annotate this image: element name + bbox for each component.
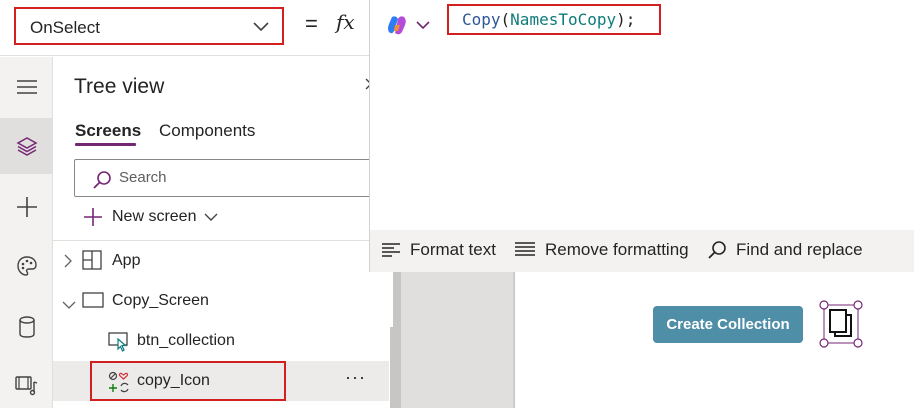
menu-icon[interactable] xyxy=(0,59,53,115)
tree-view-panel: Tree view Screens Components New screen … xyxy=(53,57,393,408)
format-text-button[interactable]: Format text xyxy=(381,240,496,260)
chevron-down-icon xyxy=(252,20,270,38)
active-tab-indicator xyxy=(75,143,136,146)
format-text-icon xyxy=(382,243,400,257)
formula-editor-toolbar: Format text Remove formatting Find and r… xyxy=(370,230,914,272)
find-replace-label: Find and replace xyxy=(736,240,863,259)
formula-editor[interactable]: Copy(NamesToCopy); Format text Remove fo… xyxy=(369,0,914,272)
new-screen-label: New screen xyxy=(112,208,197,225)
find-replace-button[interactable]: Find and replace xyxy=(707,240,863,260)
equals-sign: = xyxy=(305,11,318,36)
formula-argument: NamesToCopy xyxy=(510,10,617,29)
tree-search[interactable] xyxy=(74,159,374,197)
property-dropdown[interactable]: OnSelect xyxy=(14,7,284,45)
search-icon xyxy=(93,171,111,189)
format-text-label: Format text xyxy=(410,240,496,259)
search-input[interactable] xyxy=(119,169,359,186)
formula-text[interactable]: Copy(NamesToCopy); xyxy=(462,10,635,29)
create-collection-button[interactable]: Create Collection xyxy=(653,306,803,343)
chevron-down-icon[interactable] xyxy=(62,296,76,314)
selection-highlight xyxy=(90,361,286,401)
remove-formatting-button[interactable]: Remove formatting xyxy=(514,240,689,260)
new-screen-button[interactable]: New screen xyxy=(83,207,218,227)
tree-view-title: Tree view xyxy=(74,75,165,98)
chevron-right-icon[interactable] xyxy=(64,254,72,273)
media-icon[interactable] xyxy=(0,357,53,408)
tab-screens[interactable]: Screens xyxy=(75,121,141,141)
tree-node-copy-screen[interactable]: Copy_Screen xyxy=(53,281,389,321)
remove-formatting-icon xyxy=(515,242,535,256)
tree-node-btn-collection[interactable]: btn_collection xyxy=(53,321,389,361)
copy-icon[interactable] xyxy=(819,300,863,348)
formula-code-highlight: Copy(NamesToCopy); xyxy=(447,4,661,35)
layers-icon[interactable] xyxy=(0,118,53,174)
formula-close-paren: ); xyxy=(616,10,636,29)
chevron-down-icon[interactable] xyxy=(415,17,431,35)
database-icon[interactable] xyxy=(0,299,53,355)
formula-function: Copy xyxy=(462,10,501,29)
plus-icon[interactable] xyxy=(0,179,53,235)
tree-node-label: App xyxy=(112,252,141,269)
palette-icon[interactable] xyxy=(0,238,53,294)
remove-formatting-label: Remove formatting xyxy=(545,240,689,259)
magnifier-icon xyxy=(708,241,726,259)
formula-open-paren: ( xyxy=(500,10,511,29)
button-icon xyxy=(108,330,130,357)
plus-icon xyxy=(84,208,102,226)
tab-components[interactable]: Components xyxy=(159,121,255,141)
screen-icon xyxy=(82,292,104,313)
left-rail xyxy=(0,57,53,408)
tree-node-app[interactable]: App xyxy=(53,241,389,281)
property-dropdown-value: OnSelect xyxy=(30,18,100,37)
copilot-icon[interactable] xyxy=(386,14,408,36)
tree-node-label: btn_collection xyxy=(137,332,235,349)
more-options-icon[interactable]: ··· xyxy=(345,367,366,388)
chevron-down-icon xyxy=(204,213,218,221)
fx-icon: fx xyxy=(336,10,355,34)
tree-node-label: Copy_Screen xyxy=(112,292,209,309)
app-grid-icon xyxy=(82,250,102,275)
canvas-gutter xyxy=(401,272,514,408)
